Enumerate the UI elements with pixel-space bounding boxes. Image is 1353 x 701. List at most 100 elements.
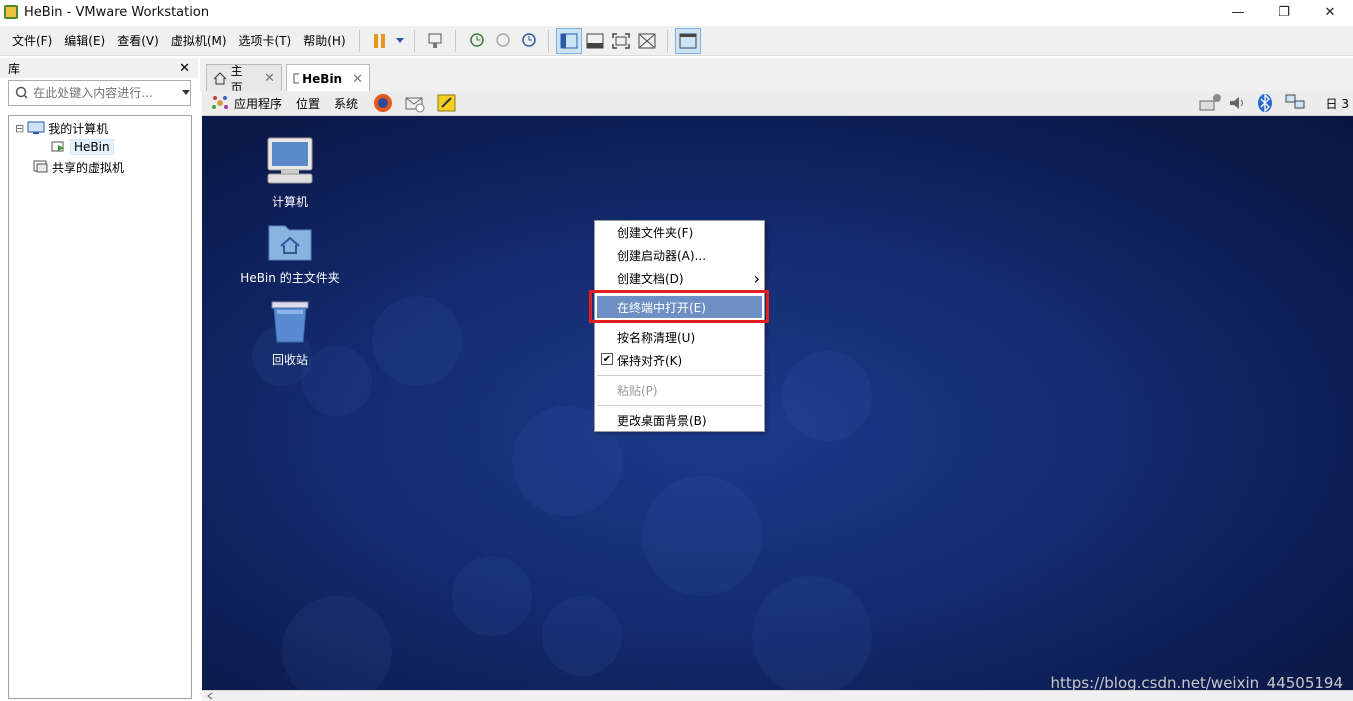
- menu-item-clean-up-by-name[interactable]: 按名称清理(U): [595, 326, 764, 348]
- menu-help[interactable]: 帮助(H): [297, 32, 351, 49]
- notes-icon[interactable]: [436, 92, 458, 114]
- unity-mode-icon[interactable]: [634, 28, 660, 54]
- fullscreen-icon[interactable]: [608, 28, 634, 54]
- menu-item-create-launcher[interactable]: 创建启动器(A)...: [595, 244, 764, 266]
- chevron-down-icon[interactable]: [181, 89, 190, 97]
- guest-top-panel: 应用程序 位置 系统 日 3: [202, 91, 1353, 116]
- volume-icon[interactable]: [1228, 94, 1246, 112]
- horizontal-scrollbar[interactable]: [202, 690, 1353, 701]
- menu-item-label: 保持对齐(K): [617, 353, 683, 368]
- wallpaper-bokeh: [642, 476, 762, 596]
- chevron-down-icon[interactable]: [393, 28, 407, 54]
- guest-desktop[interactable]: 计算机 HeBin 的主文件夹 回收站 https://blog.csdn.ne…: [202, 116, 1353, 690]
- wallpaper-bokeh: [752, 576, 872, 690]
- toolbar-separator: [413, 29, 415, 52]
- restore-button[interactable]: ❐: [1261, 0, 1307, 24]
- tree-item-label: HeBin: [70, 139, 114, 155]
- bluetooth-icon[interactable]: [1256, 93, 1274, 113]
- menu-item-create-folder[interactable]: 创建文件夹(F): [595, 221, 764, 243]
- system-menu[interactable]: 系统: [334, 95, 358, 112]
- thumbnail-bar-icon[interactable]: [582, 28, 608, 54]
- menu-item-label: 创建文档(D): [617, 271, 684, 286]
- menubar: 文件(F) 编辑(E) 查看(V) 虚拟机(M) 选项卡(T) 帮助(H): [0, 26, 1353, 56]
- library-tree: ⊟ 我的计算机 HeBin 共享的虚拟机: [8, 115, 192, 699]
- tab-hebin[interactable]: HeBin ✕: [286, 64, 370, 93]
- menu-item-paste: 粘贴(P): [617, 383, 658, 398]
- desktop-icon-home-folder[interactable]: HeBin 的主文件夹: [230, 220, 350, 286]
- computer-icon: [27, 121, 45, 134]
- home-icon: [213, 72, 227, 85]
- tab-label: HeBin: [302, 72, 343, 86]
- scroll-left-icon[interactable]: [206, 692, 214, 700]
- library-header: 库 ✕: [0, 58, 198, 78]
- library-search-box[interactable]: [8, 80, 191, 106]
- menu-tabs[interactable]: 选项卡(T): [233, 32, 298, 49]
- close-button[interactable]: ✕: [1307, 0, 1353, 24]
- window-titlebar: HeBin - VMware Workstation — ❐ ✕: [0, 0, 1353, 24]
- menu-vm[interactable]: 虚拟机(M): [165, 32, 233, 49]
- menu-item-change-background[interactable]: 更改桌面背景(B): [595, 409, 764, 431]
- library-search-input[interactable]: [33, 86, 174, 100]
- desktop-icon-computer[interactable]: 计算机: [230, 136, 350, 210]
- tab-close-icon[interactable]: ✕: [352, 72, 363, 87]
- desktop-icon-label: 计算机: [271, 195, 308, 209]
- library-title: 库: [8, 61, 21, 76]
- menu-edit[interactable]: 编辑(E): [58, 32, 111, 49]
- snapshot-icon[interactable]: [463, 28, 489, 54]
- revert-snapshot-icon[interactable]: [489, 28, 515, 54]
- tree-item-label: 共享的虚拟机: [52, 160, 125, 175]
- wallpaper-bokeh: [372, 296, 462, 386]
- network-connection-icon[interactable]: [1284, 93, 1306, 113]
- network-icon[interactable]: [1198, 93, 1222, 113]
- tab-close-icon[interactable]: ✕: [264, 71, 275, 86]
- places-menu[interactable]: 位置: [296, 95, 320, 112]
- menu-file[interactable]: 文件(F): [6, 32, 58, 49]
- search-icon: [15, 86, 28, 100]
- vm-running-icon: [51, 141, 64, 152]
- desktop-icon-trash[interactable]: 回收站: [230, 300, 350, 368]
- firefox-icon[interactable]: [372, 92, 394, 114]
- tree-item-hebin-vm[interactable]: HeBin: [51, 138, 114, 156]
- vm-running-icon: [293, 73, 300, 84]
- checkbox-checked-icon[interactable]: ✔: [601, 353, 613, 365]
- minimize-button[interactable]: —: [1215, 0, 1261, 24]
- wallpaper-bokeh: [452, 556, 532, 636]
- tree-item-label: 我的计算机: [48, 121, 109, 136]
- mail-clock-icon[interactable]: [404, 92, 426, 114]
- toolbar-separator: [358, 29, 360, 52]
- toolbar-separator: [454, 29, 456, 52]
- highlight-annotation-box: [589, 290, 769, 323]
- submenu-arrow-icon: ›: [753, 268, 760, 288]
- gnome-foot-icon[interactable]: [210, 94, 230, 112]
- collapse-toggle[interactable]: ⊟: [15, 122, 24, 135]
- tree-item-shared-vms[interactable]: 共享的虚拟机: [33, 158, 124, 176]
- tab-home[interactable]: 主页 ✕: [206, 64, 282, 95]
- vmware-app-icon: [4, 5, 18, 19]
- show-library-icon[interactable]: [555, 27, 582, 54]
- console-view-icon[interactable]: [674, 27, 701, 54]
- tab-bar: 主页 ✕ HeBin ✕: [200, 58, 1353, 95]
- library-close-icon[interactable]: ✕: [179, 61, 190, 76]
- window-title: HeBin - VMware Workstation: [24, 4, 210, 20]
- home-folder-icon: [268, 225, 312, 261]
- trash-icon: [271, 301, 309, 343]
- menu-item-create-document[interactable]: 创建文档(D) ›: [595, 267, 764, 289]
- pause-icon[interactable]: [367, 28, 393, 54]
- clock-text[interactable]: 日 3: [1326, 95, 1349, 112]
- desktop-icon-label: HeBin 的主文件夹: [240, 271, 340, 285]
- tree-item-my-computer[interactable]: ⊟ 我的计算机: [15, 119, 108, 137]
- blog-watermark: https://blog.csdn.net/weixin_44505194: [1050, 674, 1343, 690]
- shared-vm-icon: [33, 160, 48, 173]
- applications-menu[interactable]: 应用程序: [234, 95, 282, 112]
- computer-icon: [267, 137, 313, 184]
- snapshot-manager-icon[interactable]: [515, 28, 541, 54]
- send-ctrl-alt-del-icon[interactable]: [422, 28, 448, 54]
- menu-separator: [597, 375, 762, 376]
- menu-item-keep-aligned[interactable]: ✔ 保持对齐(K): [595, 349, 764, 371]
- menu-view[interactable]: 查看(V): [111, 32, 165, 49]
- wallpaper-bokeh: [282, 596, 392, 690]
- desktop-context-menu: 创建文件夹(F) 创建启动器(A)... 创建文档(D) › 在终端中打开(E)…: [594, 220, 765, 432]
- desktop-icon-label: 回收站: [271, 353, 308, 367]
- menu-separator: [597, 405, 762, 406]
- toolbar-separator: [666, 29, 668, 52]
